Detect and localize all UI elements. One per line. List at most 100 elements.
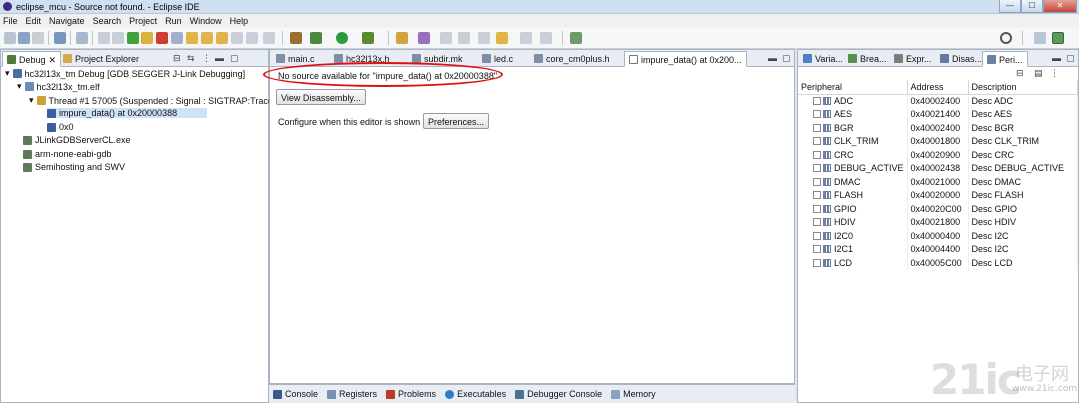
build-icon[interactable] xyxy=(290,32,302,44)
restart-icon[interactable] xyxy=(263,32,275,44)
tab-impure-data[interactable]: impure_data() at 0x200... xyxy=(624,51,747,67)
close-button[interactable]: ✕ xyxy=(1043,0,1077,13)
peripheral-checkbox[interactable] xyxy=(813,164,821,173)
expand-arrow-icon[interactable]: ▾ xyxy=(5,68,10,79)
peripheral-checkbox[interactable] xyxy=(813,137,821,146)
new-class-icon[interactable] xyxy=(396,32,408,44)
maximize-view-icon[interactable]: ▢ xyxy=(230,53,239,64)
debug-perspective-icon[interactable] xyxy=(1052,32,1064,44)
table-row[interactable]: GPIO 0x40020C00 Desc GPIO xyxy=(798,202,1079,216)
debug-toolbar-icon[interactable] xyxy=(98,32,110,44)
column-description[interactable]: Description xyxy=(968,80,1079,95)
resume-icon[interactable] xyxy=(127,32,139,44)
table-row[interactable]: CRC 0x40020900 Desc CRC xyxy=(798,148,1079,162)
last-edit-icon[interactable] xyxy=(478,32,490,44)
peripheral-checkbox[interactable] xyxy=(813,150,821,159)
annotation-icon[interactable] xyxy=(458,32,470,44)
tab-registers[interactable]: Registers xyxy=(327,389,377,399)
tab-problems[interactable]: Problems xyxy=(386,389,436,399)
back-icon[interactable] xyxy=(496,32,508,44)
save-all-icon[interactable] xyxy=(32,32,44,44)
terminate-icon[interactable] xyxy=(156,32,168,44)
maximize-view-icon[interactable]: ▢ xyxy=(1066,53,1075,64)
tab-console[interactable]: Console xyxy=(273,389,318,399)
menu-edit[interactable]: Edit xyxy=(26,16,42,26)
open-type-icon[interactable] xyxy=(418,32,430,44)
tree-process[interactable]: arm-none-eabi-gdb xyxy=(23,149,112,159)
tab-debugger-console[interactable]: Debugger Console xyxy=(515,389,602,399)
view-menu-icon[interactable]: ⋮ xyxy=(1050,68,1059,79)
peripheral-checkbox[interactable] xyxy=(813,123,821,132)
table-row[interactable]: FLASH 0x40020000 Desc FLASH xyxy=(798,188,1079,202)
column-address[interactable]: Address xyxy=(907,80,969,95)
tree-launch-config[interactable]: ▾ hc32l13x_tm Debug [GDB SEGGER J-Link D… xyxy=(5,68,245,79)
debug-toolbar-icon[interactable] xyxy=(112,32,124,44)
maximize-button[interactable]: ☐ xyxy=(1021,0,1043,13)
menu-file[interactable]: File xyxy=(3,16,18,26)
tree-stack-frame[interactable]: 0x0 xyxy=(47,122,74,132)
search-icon[interactable] xyxy=(1000,32,1012,44)
external-tools-icon[interactable] xyxy=(362,32,374,44)
close-icon[interactable]: ✕ xyxy=(49,55,57,66)
run-icon[interactable] xyxy=(336,32,348,44)
minimize-view-icon[interactable]: ▬ xyxy=(1052,53,1061,63)
expand-arrow-icon[interactable]: ▾ xyxy=(17,81,22,92)
pin-editor-icon[interactable] xyxy=(570,32,582,44)
tree-thread[interactable]: ▾ Thread #1 57005 (Suspended : Signal : … xyxy=(29,95,275,106)
debug-launch-icon[interactable] xyxy=(310,32,322,44)
collapse-all-icon[interactable]: ⊟ xyxy=(173,53,181,64)
maximize-view-icon[interactable]: ▢ xyxy=(782,53,791,64)
peripheral-checkbox[interactable] xyxy=(813,177,821,186)
menu-search[interactable]: Search xyxy=(93,16,122,26)
table-row[interactable]: HDIV 0x40021800 Desc HDIV xyxy=(798,215,1079,229)
table-row[interactable]: ADC 0x40002400 Desc ADC xyxy=(798,94,1079,108)
peripheral-checkbox[interactable] xyxy=(813,218,821,227)
suspend-icon[interactable] xyxy=(141,32,153,44)
tab-core-cm0plus-h[interactable]: core_cm0plus.h xyxy=(530,51,614,67)
table-row[interactable]: LCD 0x40005C00 Desc LCD xyxy=(798,256,1079,270)
view-disassembly-button[interactable]: View Disassembly... xyxy=(276,89,366,105)
tab-peripherals[interactable]: Peri... xyxy=(982,51,1028,67)
step-into-icon[interactable] xyxy=(186,32,198,44)
view-menu-icon[interactable]: ⋮ xyxy=(202,53,211,64)
tab-executables[interactable]: Executables xyxy=(445,389,506,399)
search-toolbar-icon[interactable] xyxy=(440,32,452,44)
tab-breakpoints[interactable]: Brea... xyxy=(844,51,891,67)
tab-led-c[interactable]: led.c xyxy=(478,51,517,67)
new-icon[interactable] xyxy=(4,32,16,44)
save-icon[interactable] xyxy=(18,32,30,44)
table-row[interactable]: BGR 0x40002400 Desc BGR xyxy=(798,121,1079,135)
tab-disassembly[interactable]: Disas... xyxy=(936,51,986,67)
step-over-icon[interactable] xyxy=(201,32,213,44)
forward-icon[interactable] xyxy=(520,32,532,44)
table-row[interactable]: AES 0x40021400 Desc AES xyxy=(798,107,1079,121)
forward-dropdown-icon[interactable] xyxy=(540,32,552,44)
instruction-stepping-icon[interactable] xyxy=(231,32,243,44)
layout-icon[interactable]: ▤ xyxy=(1034,68,1043,79)
drop-to-frame-icon[interactable] xyxy=(246,32,258,44)
menu-navigate[interactable]: Navigate xyxy=(49,16,85,26)
open-perspective-icon[interactable] xyxy=(1034,32,1046,44)
step-return-icon[interactable] xyxy=(216,32,228,44)
menu-window[interactable]: Window xyxy=(190,16,222,26)
disconnect-icon[interactable] xyxy=(171,32,183,44)
peripheral-checkbox[interactable] xyxy=(813,204,821,213)
skip-breakpoints-icon[interactable] xyxy=(76,32,88,44)
table-row[interactable]: I2C0 0x40000400 Desc I2C xyxy=(798,229,1079,243)
tab-project-explorer[interactable]: Project Explorer xyxy=(59,51,143,67)
table-row[interactable]: DMAC 0x40021000 Desc DMAC xyxy=(798,175,1079,189)
peripheral-checkbox[interactable] xyxy=(813,245,821,254)
peripheral-checkbox[interactable] xyxy=(813,191,821,200)
tree-process[interactable]: JLinkGDBServerCL.exe xyxy=(23,135,131,145)
table-row[interactable]: CLK_TRIM 0x40001800 Desc CLK_TRIM xyxy=(798,134,1079,148)
preferences-button[interactable]: Preferences... xyxy=(423,113,490,129)
expand-arrow-icon[interactable]: ▾ xyxy=(29,95,34,106)
peripheral-checkbox[interactable] xyxy=(813,97,821,105)
tab-variables[interactable]: Varia... xyxy=(799,51,847,67)
link-editor-icon[interactable]: ⇆ xyxy=(187,53,195,64)
tab-debug[interactable]: Debug ✕ xyxy=(2,51,62,67)
column-peripheral[interactable]: Peripheral xyxy=(798,80,908,95)
table-row[interactable]: DEBUG_ACTIVE 0x40002438 Desc DEBUG_ACTIVE xyxy=(798,161,1079,175)
minimize-button[interactable]: — xyxy=(999,0,1021,13)
collapse-all-icon[interactable]: ⊟ xyxy=(1016,68,1024,79)
